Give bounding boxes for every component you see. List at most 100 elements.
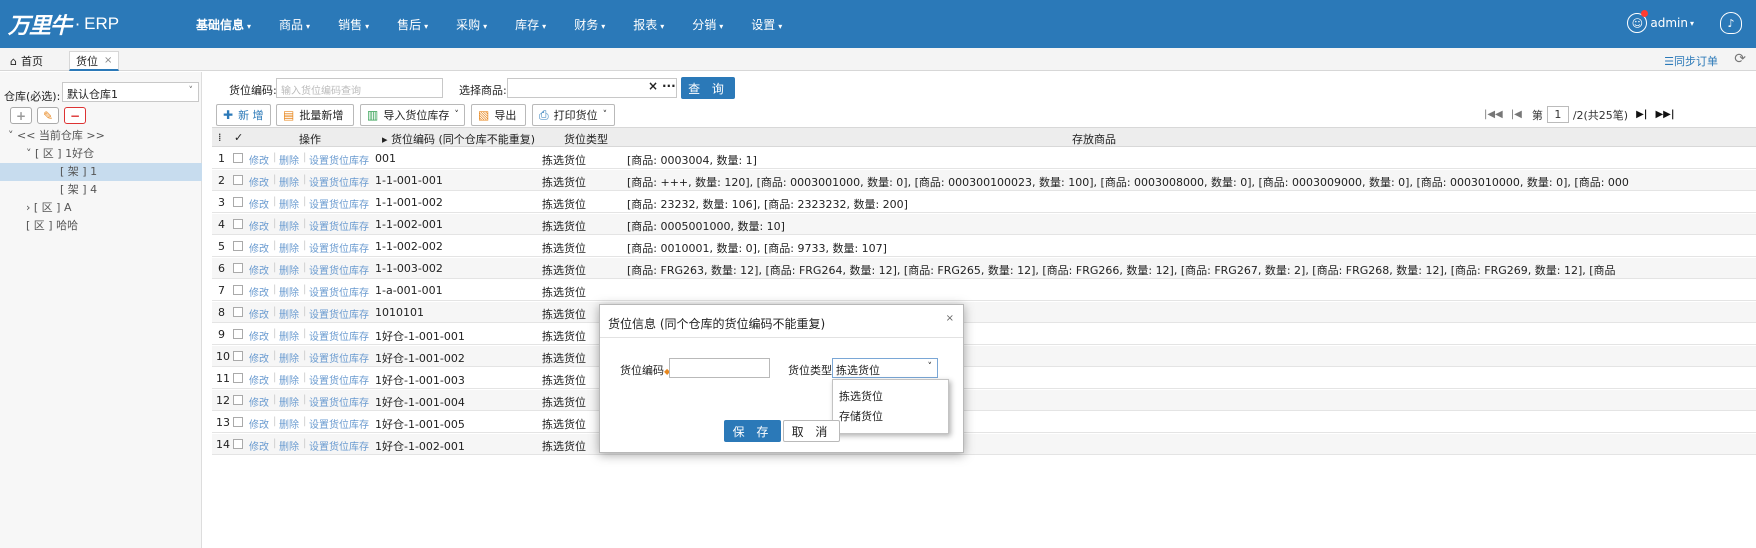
add-button[interactable]: ✚ 新 增 — [216, 104, 271, 126]
edit-link[interactable]: 修改 — [249, 328, 269, 343]
table-row[interactable]: 6 修改 | 删除 | 设置货位库存 1-1-003-002 拣选货位 [商品: FRG263,… — [212, 258, 1756, 279]
row-checkbox[interactable] — [233, 307, 243, 317]
query-button[interactable]: 查 询 — [681, 77, 735, 99]
prev-page-icon[interactable]: |◀ — [1511, 109, 1522, 120]
nav-item-5[interactable]: 库存 ▾ — [515, 16, 546, 33]
close-icon[interactable]: × — [104, 55, 112, 66]
nav-item-9[interactable]: 设置 ▾ — [751, 16, 782, 33]
type-option-pick[interactable]: 拣选货位 — [839, 388, 883, 404]
delete-link[interactable]: 删除 — [279, 350, 299, 365]
delete-link[interactable]: 删除 — [279, 240, 299, 255]
tab-home[interactable]: ⌂ 首页 — [4, 51, 49, 71]
code-field[interactable] — [669, 358, 770, 378]
nav-item-6[interactable]: 财务 ▾ — [574, 16, 605, 33]
nav-item-4[interactable]: 采购 ▾ — [456, 16, 487, 33]
nav-item-1[interactable]: 商品 ▾ — [279, 16, 310, 33]
table-row[interactable]: 8 修改 | 删除 | 设置货位库存 1010101 拣选货位 — [212, 302, 1756, 323]
tree-node[interactable]: [ 架 ] 1 — [0, 163, 202, 181]
set-stock-link[interactable]: 设置货位库存 — [309, 306, 369, 321]
set-stock-link[interactable]: 设置货位库存 — [309, 152, 369, 167]
edit-link[interactable]: 修改 — [249, 152, 269, 167]
edit-link[interactable]: 修改 — [249, 350, 269, 365]
row-checkbox[interactable] — [233, 241, 243, 251]
edit-link[interactable]: 修改 — [249, 196, 269, 211]
import-button[interactable]: ▥ 导入货位库存 ˅ — [360, 104, 465, 126]
tree-node[interactable]: ˅ << 当前仓库 >> — [0, 127, 202, 145]
col-code-header[interactable]: ▸ 货位编码 (同个仓库不能重复) — [382, 131, 535, 147]
table-row[interactable]: 7 修改 | 删除 | 设置货位库存 1-a-001-001 拣选货位 — [212, 280, 1756, 301]
nav-item-3[interactable]: 售后 ▾ — [397, 16, 428, 33]
table-row[interactable]: 13 修改 | 删除 | 设置货位库存 1好仓-1-001-005 拣选货位 — [212, 412, 1756, 433]
tree-node[interactable]: [ 区 ] 哈哈 — [0, 217, 202, 235]
row-checkbox[interactable] — [233, 153, 243, 163]
set-stock-link[interactable]: 设置货位库存 — [309, 284, 369, 299]
nav-item-7[interactable]: 报表 ▾ — [633, 16, 664, 33]
delete-link[interactable]: 删除 — [279, 438, 299, 453]
row-checkbox[interactable] — [233, 285, 243, 295]
delete-link[interactable]: 删除 — [279, 394, 299, 409]
set-stock-link[interactable]: 设置货位库存 — [309, 394, 369, 409]
col-type-header[interactable]: 货位类型 — [564, 131, 608, 147]
nav-item-8[interactable]: 分销 ▾ — [692, 16, 723, 33]
save-button[interactable]: 保 存 — [724, 420, 781, 442]
set-stock-link[interactable]: 设置货位库存 — [309, 174, 369, 189]
set-stock-link[interactable]: 设置货位库存 — [309, 196, 369, 211]
table-row[interactable]: 12 修改 | 删除 | 设置货位库存 1好仓-1-001-004 拣选货位 — [212, 390, 1756, 411]
next-page-icon[interactable]: ▶| — [1636, 109, 1647, 120]
tree-node[interactable]: [ 架 ] 4 — [0, 181, 202, 199]
row-checkbox[interactable] — [233, 329, 243, 339]
edit-link[interactable]: 修改 — [249, 262, 269, 277]
more-icon[interactable]: ··· — [662, 79, 676, 93]
table-row[interactable]: 9 修改 | 删除 | 设置货位库存 1好仓-1-001-001 拣选货位 — [212, 324, 1756, 345]
set-stock-link[interactable]: 设置货位库存 — [309, 240, 369, 255]
nav-item-0[interactable]: 基础信息 ▾ — [196, 16, 251, 33]
table-row[interactable]: 2 修改 | 删除 | 设置货位库存 1-1-001-001 拣选货位 [商品: +++, 数量… — [212, 170, 1756, 191]
set-stock-link[interactable]: 设置货位库存 — [309, 350, 369, 365]
print-button[interactable]: ⎙ 打印货位 ˅ — [532, 104, 615, 126]
delete-link[interactable]: 删除 — [279, 218, 299, 233]
row-checkbox[interactable] — [233, 373, 243, 383]
close-icon[interactable]: × — [946, 313, 954, 324]
edit-link[interactable]: 修改 — [249, 218, 269, 233]
col-check-header[interactable]: ✓ — [234, 131, 243, 144]
set-stock-link[interactable]: 设置货位库存 — [309, 438, 369, 453]
edit-link[interactable]: 修改 — [249, 240, 269, 255]
warehouse-select[interactable]: 默认仓库1 ˅ — [62, 82, 199, 102]
refresh-icon[interactable]: ⟳ — [1734, 51, 1746, 67]
tree-node[interactable]: ˅ [ 区 ] 1好仓 — [0, 145, 202, 163]
table-row[interactable]: 10 修改 | 删除 | 设置货位库存 1好仓-1-001-002 拣选货位 — [212, 346, 1756, 367]
row-checkbox[interactable] — [233, 439, 243, 449]
tree-node[interactable]: › [ 区 ] A — [0, 199, 202, 217]
type-option-storage[interactable]: 存储货位 — [839, 408, 883, 424]
row-checkbox[interactable] — [233, 197, 243, 207]
set-stock-link[interactable]: 设置货位库存 — [309, 328, 369, 343]
first-page-icon[interactable]: |◀◀ — [1484, 109, 1503, 120]
tab-location[interactable]: 货位 × — [69, 51, 120, 71]
delete-link[interactable]: 删除 — [279, 372, 299, 387]
page-input[interactable]: 1 — [1546, 106, 1569, 123]
delete-link[interactable]: 删除 — [279, 152, 299, 167]
row-checkbox[interactable] — [233, 395, 243, 405]
nav-item-2[interactable]: 销售 ▾ — [338, 16, 369, 33]
delete-link[interactable]: 删除 — [279, 416, 299, 431]
row-checkbox[interactable] — [233, 219, 243, 229]
brand-logo[interactable]: 万里牛 · ERP — [8, 10, 119, 39]
edit-link[interactable]: 修改 — [249, 394, 269, 409]
edit-link[interactable]: 修改 — [249, 372, 269, 387]
table-row[interactable]: 3 修改 | 删除 | 设置货位库存 1-1-001-002 拣选货位 [商品: 23232, … — [212, 192, 1756, 213]
table-row[interactable]: 11 修改 | 删除 | 设置货位库存 1好仓-1-001-003 拣选货位 — [212, 368, 1756, 389]
type-select[interactable]: 拣选货位 ˅ — [832, 358, 938, 378]
delete-link[interactable]: 删除 — [279, 174, 299, 189]
row-checkbox[interactable] — [233, 417, 243, 427]
delete-link[interactable]: 删除 — [279, 196, 299, 211]
edit-link[interactable]: 修改 — [249, 174, 269, 189]
tree-delete-button[interactable]: − — [64, 107, 86, 124]
set-stock-link[interactable]: 设置货位库存 — [309, 262, 369, 277]
export-button[interactable]: ▧ 导出 — [471, 104, 526, 126]
headset-icon[interactable]: ♪ — [1720, 12, 1742, 34]
clear-icon[interactable]: × — [648, 79, 658, 93]
delete-link[interactable]: 删除 — [279, 328, 299, 343]
set-stock-link[interactable]: 设置货位库存 — [309, 416, 369, 431]
user-menu[interactable]: ☺ admin ▾ — [1627, 10, 1694, 33]
edit-link[interactable]: 修改 — [249, 284, 269, 299]
